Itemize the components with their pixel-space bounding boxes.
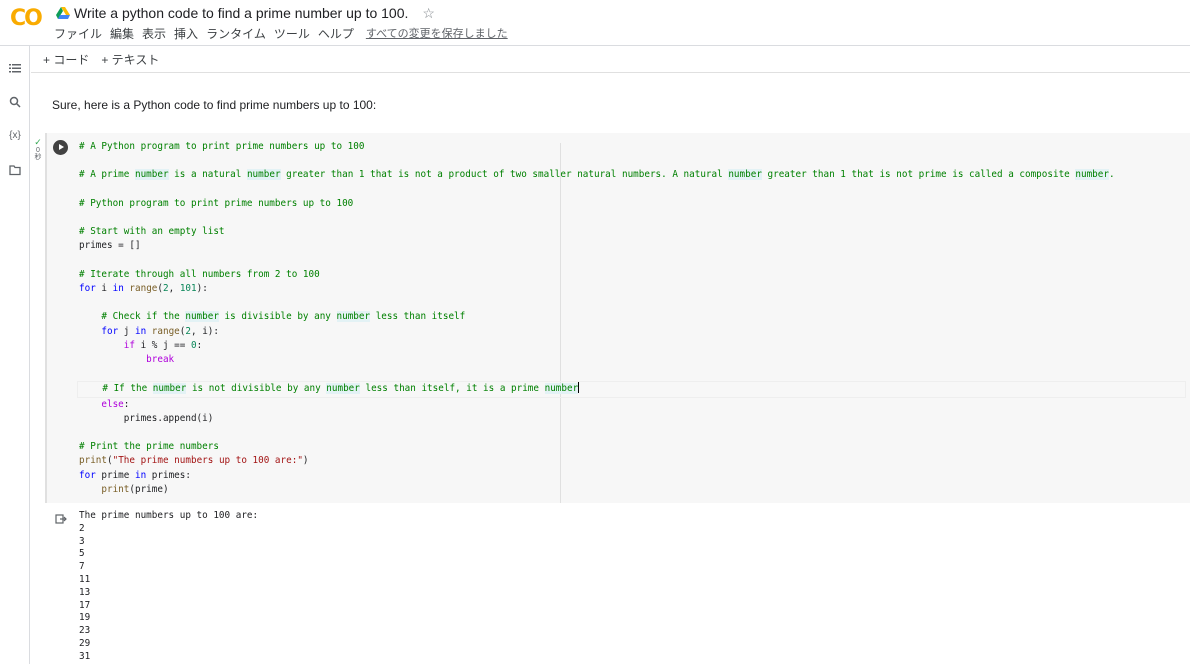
code-line[interactable]: # A prime number is a natural number gre… <box>79 168 1186 182</box>
code-line[interactable]: # If the number is not divisible by any … <box>77 381 1186 398</box>
code-line[interactable]: for j in range(2, i): <box>79 325 1186 339</box>
output-line: 13 <box>79 586 91 598</box>
code-line[interactable]: # Print the prime numbers <box>79 440 1186 454</box>
text-cursor <box>578 382 580 394</box>
code-line[interactable]: ​ <box>79 154 1186 168</box>
code-line[interactable]: else: <box>79 398 1186 412</box>
star-icon[interactable]: ☆ <box>422 5 435 22</box>
toolbar: + コード + テキスト <box>31 46 1190 73</box>
toc-icon[interactable] <box>8 62 22 76</box>
menu-runtime[interactable]: ランタイム <box>206 25 266 42</box>
output-line: 23 <box>79 625 91 637</box>
code-line[interactable]: break <box>79 353 1186 367</box>
run-cell-button[interactable] <box>53 140 68 155</box>
code-line[interactable]: for i in range(2, 101): <box>79 282 1186 296</box>
output-line: 19 <box>79 612 91 624</box>
variables-icon[interactable]: {x} <box>8 129 22 143</box>
code-line[interactable]: ​ <box>79 183 1186 197</box>
code-editor[interactable]: # A Python program to print prime number… <box>77 140 1186 497</box>
save-status-link[interactable]: すべての変更を保存しました <box>366 25 508 42</box>
google-drive-icon <box>56 7 70 19</box>
code-line[interactable]: if i % j == 0: <box>79 339 1186 353</box>
add-text-button[interactable]: + テキスト <box>101 51 159 68</box>
notebook-title[interactable]: Write a python code to find a prime numb… <box>74 5 408 21</box>
code-line[interactable]: ​ <box>79 296 1186 310</box>
add-code-button[interactable]: + コード <box>43 51 89 68</box>
menu-insert[interactable]: 挿入 <box>174 25 198 42</box>
code-line[interactable]: print(prime) <box>79 483 1186 497</box>
code-line[interactable]: # Iterate through all numbers from 2 to … <box>79 268 1186 282</box>
output-line: The prime numbers up to 100 are: <box>79 510 259 521</box>
output-line: 7 <box>79 561 85 573</box>
left-sidebar: {x} <box>0 46 30 664</box>
check-icon: ✓ <box>34 137 42 147</box>
title-row: Write a python code to find a prime numb… <box>56 3 435 23</box>
logo-text: CO <box>10 6 43 31</box>
header: CO Write a python code to find a prime n… <box>0 0 1190 46</box>
cell-output: The prime numbers up to 100 are: 2 3 5 7 11 13… <box>79 510 258 664</box>
output-toggle-icon[interactable] <box>55 513 67 525</box>
code-line[interactable]: ​ <box>79 367 1186 381</box>
output-line: 3 <box>79 535 85 547</box>
output-line: 5 <box>79 548 85 560</box>
code-line[interactable]: ​ <box>79 211 1186 225</box>
menu-tools[interactable]: ツール <box>274 25 310 42</box>
text-cell[interactable]: Sure, here is a Python code to find prim… <box>52 98 376 112</box>
output-line: 17 <box>79 599 91 611</box>
code-line[interactable]: ​ <box>79 426 1186 440</box>
menu-file[interactable]: ファイル <box>54 25 102 42</box>
execution-time: 0 秒 <box>34 147 42 161</box>
colab-logo[interactable]: CO <box>10 6 43 31</box>
active-code-line[interactable]: # If the number is not divisible by any … <box>77 381 1186 398</box>
code-line[interactable]: primes.append(i) <box>79 412 1186 426</box>
code-line[interactable]: # Python program to print prime numbers … <box>79 197 1186 211</box>
menu-view[interactable]: 表示 <box>142 25 166 42</box>
code-line[interactable]: for prime in primes: <box>79 469 1186 483</box>
code-line[interactable]: primes = [] <box>79 239 1186 253</box>
search-icon[interactable] <box>8 96 22 110</box>
menu-help[interactable]: ヘルプ <box>318 25 354 42</box>
code-line[interactable]: # Start with an empty list <box>79 225 1186 239</box>
output-line: 11 <box>79 573 91 585</box>
files-icon[interactable] <box>8 164 22 178</box>
menu-bar: ファイル 編集 表示 挿入 ランタイム ツール ヘルプ すべての変更を保存しまし… <box>54 25 516 42</box>
code-line[interactable]: # Check if the number is divisible by an… <box>79 310 1186 324</box>
execution-status: ✓ 0 秒 <box>33 137 43 161</box>
output-line: 2 <box>79 522 85 534</box>
output-line: 31 <box>79 650 91 662</box>
output-line: 29 <box>79 637 91 649</box>
code-line[interactable]: # A Python program to print prime number… <box>79 140 1186 154</box>
code-line[interactable]: print("The prime numbers up to 100 are:"… <box>79 454 1186 468</box>
menu-edit[interactable]: 編集 <box>110 25 134 42</box>
code-line[interactable]: ​ <box>79 254 1186 268</box>
colab-window: CO Write a python code to find a prime n… <box>0 0 1190 664</box>
